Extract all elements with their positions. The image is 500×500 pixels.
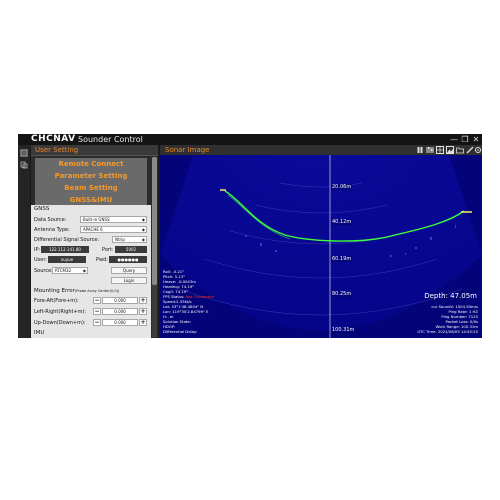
chevron-down-icon: ◆ (82, 268, 86, 273)
user-setting-panel: User Setting Remote Connect Parameter Se… (31, 145, 158, 338)
settings-icon[interactable] (474, 146, 482, 154)
chevron-down-icon: ◆ (141, 217, 145, 222)
pen-icon[interactable] (466, 146, 474, 154)
up-down-input[interactable]: 0.000 (102, 319, 138, 326)
pwd-input[interactable]: ●●●●●● (109, 256, 147, 263)
user-setting-header: User Setting (31, 145, 158, 156)
source-value: RTCM32 (55, 268, 72, 273)
mounting-error-label: Mounting Error(Probe Array Center(0,0)) (34, 288, 119, 294)
fore-aft-label: Fore-Aft(Fore+m): (34, 298, 79, 304)
sonar-image-title: Sonar Image (165, 146, 210, 154)
login-button[interactable]: Login (111, 277, 147, 284)
diff-delay-readout: Differential Delay: (163, 329, 198, 334)
left-right-increment-button[interactable]: + (139, 308, 147, 315)
port-label: Port: (102, 247, 114, 253)
left-right-label: Left-Right(Right+m): (34, 309, 87, 315)
settings-panel-icon[interactable] (20, 149, 28, 157)
chevron-down-icon: ◆ (141, 227, 145, 232)
app-title: Sounder Control (78, 135, 143, 144)
data-source-value: Built-in GNSS (83, 217, 110, 222)
sliders-icon[interactable] (426, 146, 434, 154)
diff-signal-value: Ntrip (115, 237, 125, 242)
pwd-label: Pwd: (96, 257, 108, 263)
close-button[interactable]: ✕ (470, 134, 482, 145)
data-source-label: Data Source: (34, 217, 67, 223)
antenna-type-select[interactable]: APACHE 6 ◆ (80, 226, 147, 233)
user-input[interactable]: xuyue (48, 256, 86, 263)
ip-input[interactable]: 122.112.141.80 (41, 246, 89, 253)
left-right-decrement-button[interactable]: − (93, 308, 101, 315)
menu-parameter-setting[interactable]: Parameter Setting (35, 170, 147, 182)
user-setting-title: User Setting (35, 146, 79, 154)
depth-label: 20.06m (331, 184, 353, 190)
fore-aft-input[interactable]: 0.000 (102, 297, 138, 304)
grid-icon[interactable] (436, 146, 444, 154)
gnss-settings: GNSS Data Source: Built-in GNSS ◆ Antenna… (31, 205, 151, 338)
depth-label: 100.31m (331, 327, 356, 333)
up-down-decrement-button[interactable]: − (93, 319, 101, 326)
up-down-label: Up-Down(Down+m): (34, 320, 86, 326)
menu-remote-connect[interactable]: Remote Connect (35, 158, 147, 170)
sonar-image-header: Sonar Image (160, 145, 482, 155)
gnss-section-title: GNSS (34, 206, 50, 212)
depth-label: 80.25m (331, 291, 353, 297)
up-down-increment-button[interactable]: + (139, 319, 147, 326)
data-panel-icon[interactable] (20, 161, 28, 169)
folder-icon[interactable] (456, 146, 464, 154)
data-source-select[interactable]: Built-in GNSS ◆ (80, 216, 147, 223)
source-label: Source: (34, 268, 53, 274)
mounting-error-subtitle: (Probe Array Center(0,0)) (74, 289, 120, 293)
antenna-type-value: APACHE 6 (83, 227, 103, 232)
antenna-type-label: Antenna Type: (34, 227, 70, 233)
chevron-down-icon: ◆ (141, 237, 145, 242)
chcnav-logo: CHCNAV (31, 134, 76, 144)
user-label: User: (34, 257, 47, 263)
menu-beam-setting[interactable]: Beam Setting (35, 182, 147, 194)
diff-signal-select[interactable]: Ntrip ◆ (112, 236, 147, 243)
depth-label: 60.19m (331, 256, 353, 262)
query-button[interactable]: Query (111, 267, 147, 274)
depth-readout: Depth: 47.05m (424, 292, 477, 300)
scrollbar-thumb[interactable] (152, 157, 157, 285)
left-panel-scrollbar[interactable] (152, 157, 157, 337)
source-select[interactable]: RTCM32 ◆ (52, 267, 88, 274)
depth-label: 40.12m (331, 219, 353, 225)
fore-aft-increment-button[interactable]: + (139, 297, 147, 304)
left-icon-bar (18, 145, 30, 338)
fore-aft-decrement-button[interactable]: − (93, 297, 101, 304)
pause-icon[interactable] (416, 146, 424, 154)
image-icon[interactable] (446, 146, 454, 154)
port-input[interactable]: 5002 (115, 246, 147, 253)
sounder-control-window: CHCNAV Sounder Control — ❐ ✕ User Settin… (18, 134, 482, 338)
diff-signal-label: Differential Signal Source: (34, 237, 100, 243)
mounting-error-title: Mounting Error (34, 288, 75, 294)
title-bar: CHCNAV Sounder Control — ❐ ✕ (18, 134, 482, 145)
left-right-input[interactable]: 0.000 (102, 308, 138, 315)
imu-section-title: IMU (34, 330, 45, 336)
sonar-image-panel: Sonar Image 20.06m 40.12m 60.19m 80.25m … (160, 145, 482, 338)
utc-time-readout: UTC Time: 2024/08/05 14:55:25 (417, 329, 478, 334)
ip-label: IP: (34, 247, 41, 253)
